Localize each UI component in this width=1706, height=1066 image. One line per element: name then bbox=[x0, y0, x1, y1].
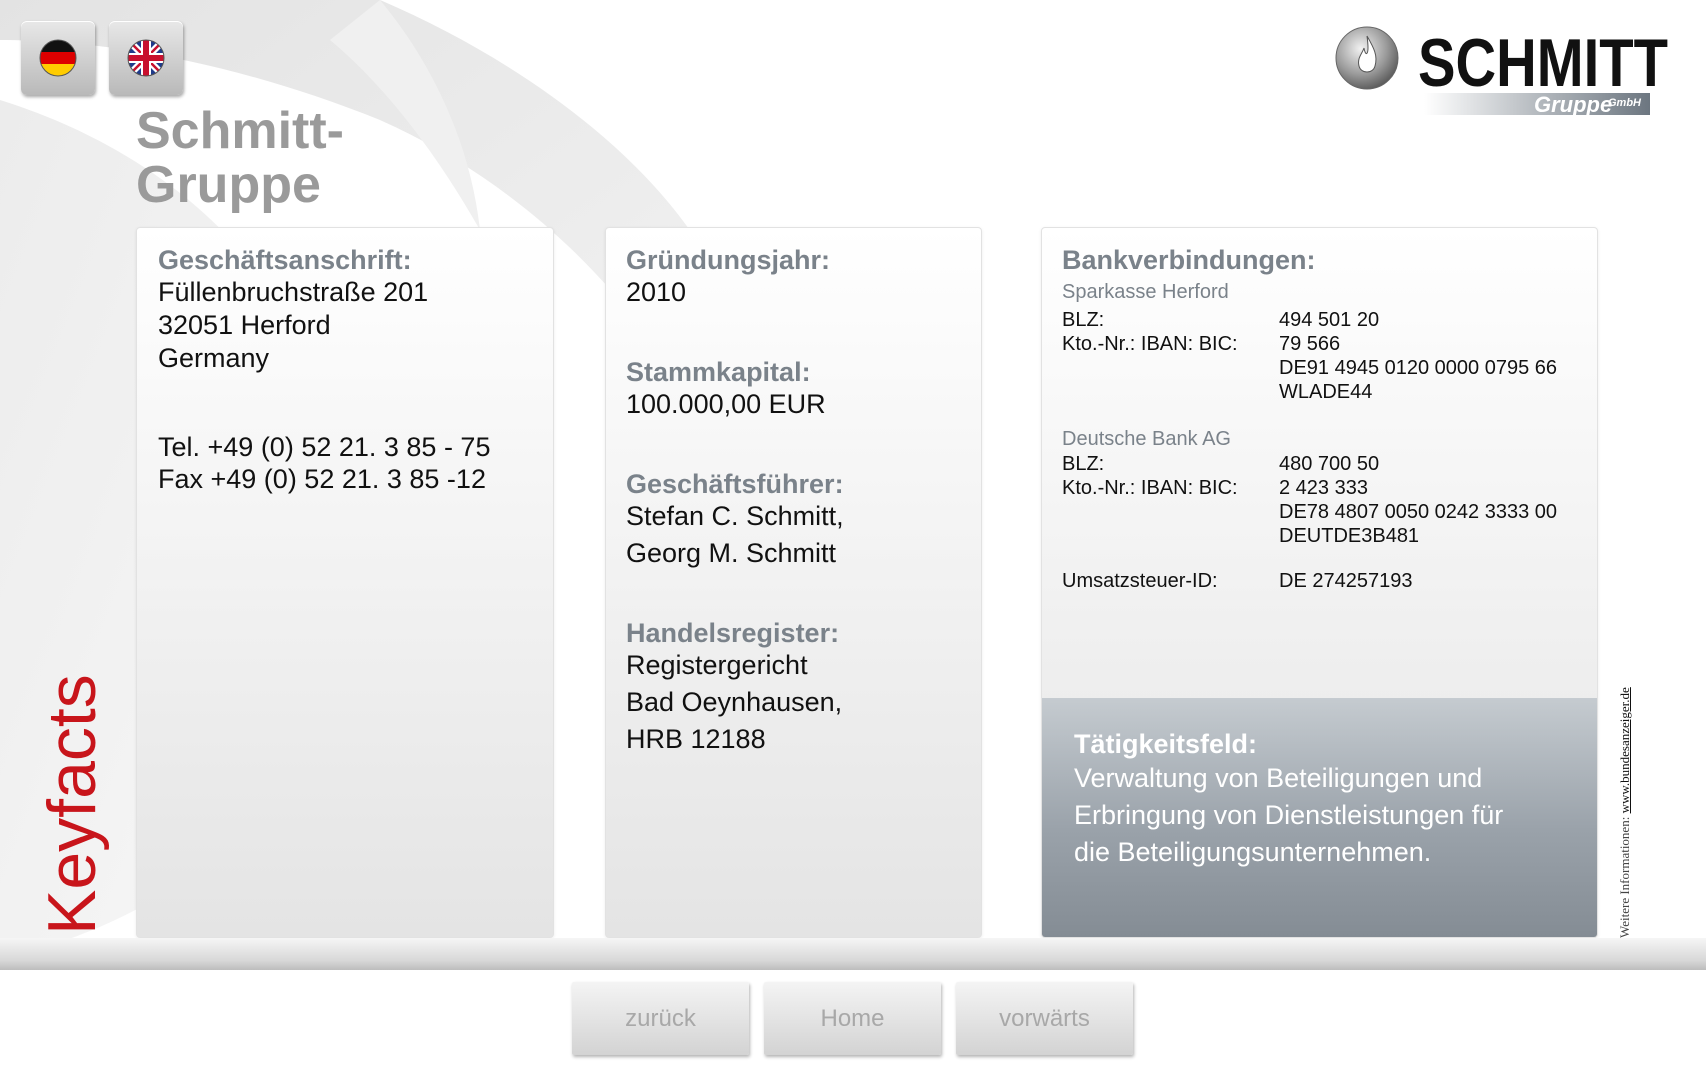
bic-value: WLADE44 bbox=[1279, 381, 1373, 403]
register-court: Registergericht bbox=[626, 650, 808, 680]
footer-bar bbox=[0, 938, 1706, 970]
account-value: 2 423 333 bbox=[1279, 477, 1368, 499]
register-heading: Handelsregister: bbox=[626, 618, 840, 648]
iban-value: DE91 4945 0120 0000 0795 66 bbox=[1279, 357, 1558, 379]
address-line-country: Germany bbox=[158, 343, 270, 373]
bank-details-deutsche-bank: BLZ: 480 700 50 Kto.-Nr.: IBAN: BIC: 2 4… bbox=[1062, 452, 1557, 548]
blz-label: BLZ: bbox=[1062, 309, 1105, 331]
activity-heading: Tätigkeitsfeld: bbox=[1074, 729, 1258, 759]
svg-text:Gruppe: Gruppe bbox=[1534, 92, 1612, 117]
schmitt-logo: SCHMITT Gruppe GmbH bbox=[1334, 22, 1674, 124]
bank-details-sparkasse: BLZ: 494 501 20 Kto.-Nr.: IBAN: BIC: 79 … bbox=[1062, 308, 1557, 404]
activity-line-2: Erbringung von Dienstleistungen für bbox=[1074, 800, 1504, 830]
ceo-heading: Geschäftsführer: bbox=[626, 469, 844, 499]
vat-label: Umsatzsteuer-ID: bbox=[1062, 570, 1218, 592]
account-label: Kto.-Nr.: IBAN: BIC: bbox=[1062, 477, 1238, 499]
phone-number: Tel. +49 (0) 52 21. 3 85 - 75 bbox=[158, 432, 491, 462]
capital-value: 100.000,00 EUR bbox=[626, 389, 826, 419]
vat-value: DE 274257193 bbox=[1279, 570, 1413, 592]
language-german-button[interactable] bbox=[21, 21, 95, 95]
further-info-note: Weitere Informationen: www.bundesanzeige… bbox=[1617, 687, 1633, 938]
address-line-street: Füllenbruchstraße 201 bbox=[158, 277, 429, 307]
capital-heading: Stammkapital: bbox=[626, 357, 811, 387]
register-number: HRB 12188 bbox=[626, 724, 766, 754]
ceo-name-2: Georg M. Schmitt bbox=[626, 538, 837, 568]
svg-text:GmbH: GmbH bbox=[1608, 97, 1642, 109]
bundesanzeiger-link[interactable]: www.bundesanzeiger.de bbox=[1617, 687, 1632, 813]
account-value: 79 566 bbox=[1279, 333, 1341, 355]
account-label: Kto.-Nr.: IBAN: BIC: bbox=[1062, 333, 1238, 355]
address-heading: Geschäftsanschrift: bbox=[158, 245, 412, 275]
germany-flag-icon bbox=[39, 39, 77, 77]
founded-value: 2010 bbox=[626, 277, 687, 307]
activity-line-3: die Beteiligungsunternehmen. bbox=[1074, 837, 1432, 867]
bank-heading: Bankverbindungen: bbox=[1062, 245, 1316, 275]
forward-button[interactable]: vorwärts bbox=[956, 982, 1133, 1055]
bank-card: Bankverbindungen: Sparkasse Herford BLZ:… bbox=[1041, 227, 1598, 938]
bic-value: DEUTDE3B481 bbox=[1279, 525, 1420, 547]
register-location: Bad Oeynhausen, bbox=[626, 687, 843, 717]
home-button[interactable]: Home bbox=[764, 982, 941, 1055]
founded-heading: Gründungsjahr: bbox=[626, 245, 830, 275]
page-title-text: Schmitt- Gruppe bbox=[136, 102, 344, 214]
blz-value: 494 501 20 bbox=[1279, 309, 1380, 331]
language-english-button[interactable] bbox=[109, 21, 183, 95]
activity-line-1: Verwaltung von Beteiligungen und bbox=[1074, 763, 1483, 793]
bank-name-deutsche-bank: Deutsche Bank AG bbox=[1062, 428, 1231, 450]
bank-name-sparkasse: Sparkasse Herford bbox=[1062, 281, 1229, 303]
further-info-prefix: Weitere Informationen: bbox=[1617, 813, 1632, 938]
company-card: Gründungsjahr: 2010 Stammkapital: 100.00… bbox=[605, 227, 982, 938]
address-card: Geschäftsanschrift: Füllenbruchstraße 20… bbox=[136, 227, 554, 938]
fax-number: Fax +49 (0) 52 21. 3 85 -12 bbox=[158, 464, 486, 494]
ceo-name-1: Stefan C. Schmitt, bbox=[626, 501, 844, 531]
svg-text:SCHMITT: SCHMITT bbox=[1418, 25, 1668, 101]
keyfacts-label: Keyfacts bbox=[34, 674, 110, 935]
iban-value: DE78 4807 0050 0242 3333 00 bbox=[1279, 501, 1558, 523]
vat-id-row: Umsatzsteuer-ID: DE 274257193 bbox=[1062, 569, 1412, 593]
activity-panel: Tätigkeitsfeld: Verwaltung von Beteiligu… bbox=[1042, 698, 1597, 937]
address-line-city: 32051 Herford bbox=[158, 310, 331, 340]
blz-value: 480 700 50 bbox=[1279, 453, 1380, 475]
blz-label: BLZ: bbox=[1062, 453, 1105, 475]
uk-flag-icon bbox=[127, 39, 165, 77]
page-title: Schmitt- Gruppe bbox=[136, 104, 436, 212]
back-button[interactable]: zurück bbox=[572, 982, 749, 1055]
